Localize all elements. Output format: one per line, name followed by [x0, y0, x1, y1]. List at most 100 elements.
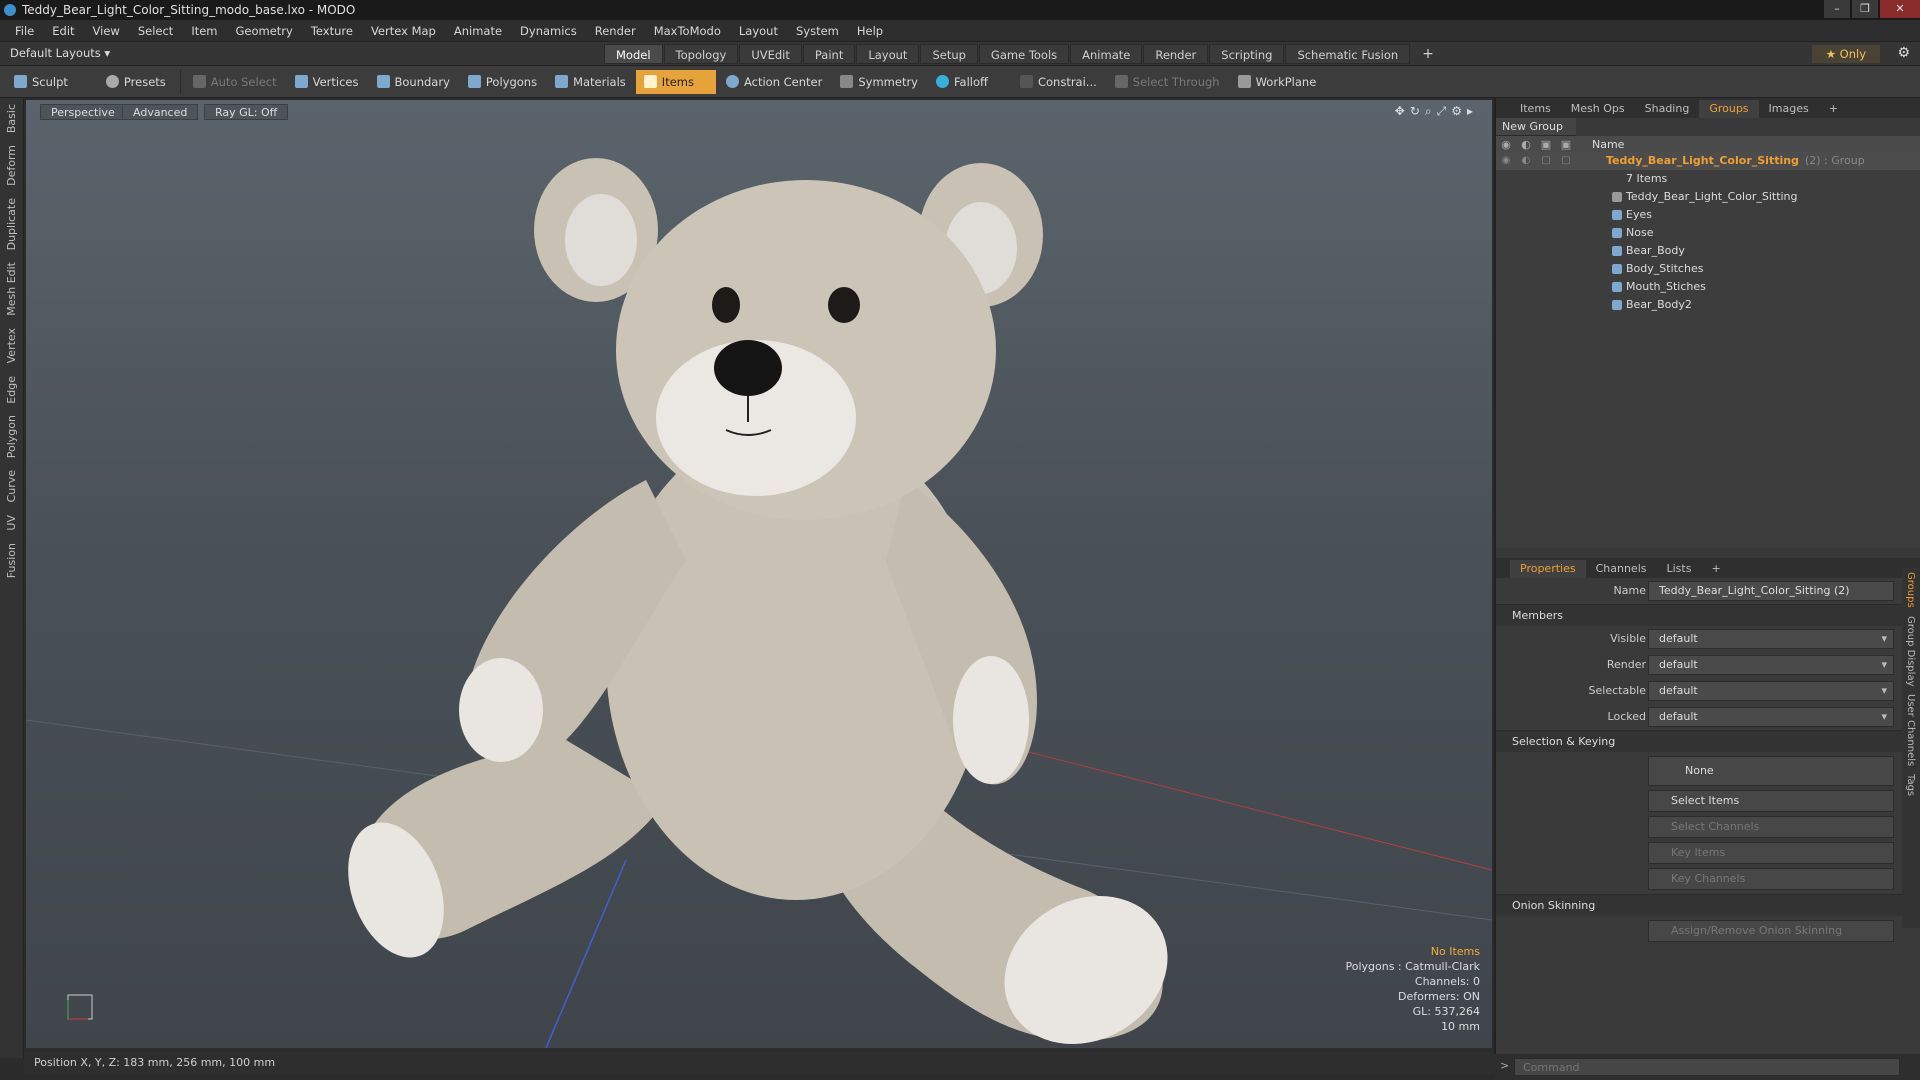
viewport-nav-icons[interactable]: ✥↻⌕⤢⚙▸: [1395, 104, 1478, 119]
boundary-button[interactable]: Boundary: [369, 70, 458, 94]
add-panel-tab-icon[interactable]: +: [1819, 100, 1848, 118]
menu-edit[interactable]: Edit: [43, 24, 83, 38]
key-items-button[interactable]: Key Items: [1648, 842, 1894, 864]
symmetry-button[interactable]: Symmetry: [832, 70, 926, 94]
side-tab-group-display[interactable]: Group Display: [1905, 612, 1916, 690]
menu-render[interactable]: Render: [586, 24, 645, 38]
menu-file[interactable]: File: [6, 24, 43, 38]
select-channels-button[interactable]: Select Channels: [1648, 816, 1894, 838]
left-tab-duplicate[interactable]: Duplicate: [5, 192, 18, 256]
menu-geometry[interactable]: Geometry: [227, 24, 302, 38]
side-tab-tags[interactable]: Tags: [1905, 770, 1916, 800]
tab-shading[interactable]: Shading: [1635, 100, 1700, 118]
falloff-button[interactable]: Falloff: [928, 70, 996, 94]
auto-select-button[interactable]: Auto Select: [185, 70, 285, 94]
default-layouts-dropdown[interactable]: Default Layouts ▾: [10, 46, 110, 60]
side-tab-user-channels[interactable]: User Channels: [1905, 690, 1916, 770]
tab-properties[interactable]: Properties: [1510, 560, 1586, 578]
vertices-button[interactable]: Vertices: [287, 70, 367, 94]
render-dropdown[interactable]: default ▾: [1648, 655, 1894, 675]
tab-items[interactable]: Items: [1510, 100, 1561, 118]
action-center-button[interactable]: Action Center: [718, 70, 830, 94]
menu-view[interactable]: View: [84, 24, 129, 38]
left-tab-fusion[interactable]: Fusion: [5, 537, 18, 584]
name-column-header[interactable]: Name: [1592, 138, 1624, 151]
render-icon[interactable]: ◐: [1516, 152, 1536, 170]
menu-system[interactable]: System: [787, 24, 848, 38]
selection-keying-section[interactable]: Selection & Keying: [1496, 730, 1920, 752]
visible-dropdown[interactable]: default ▾: [1648, 629, 1894, 649]
left-tab-edge[interactable]: Edge: [5, 370, 18, 410]
none-button[interactable]: None: [1648, 756, 1894, 786]
group-row[interactable]: ◉ ◐ ▢ ▢ Teddy_Bear_Light_Color_Sitting (2) …: [1496, 152, 1920, 170]
left-tab-basic[interactable]: Basic: [5, 98, 18, 139]
materials-button[interactable]: Materials: [547, 70, 634, 94]
menu-vertex-map[interactable]: Vertex Map: [362, 24, 445, 38]
list-item[interactable]: Body_Stitches: [1496, 260, 1920, 278]
tab-images[interactable]: Images: [1759, 100, 1819, 118]
add-properties-tab-icon[interactable]: +: [1701, 560, 1730, 578]
menu-maxtomodo[interactable]: MaxToModo: [645, 24, 730, 38]
selectable-dropdown[interactable]: default ▾: [1648, 681, 1894, 701]
presets-button[interactable]: Presets: [98, 70, 174, 94]
3d-viewport[interactable]: Perspective Advanced Ray GL: Off ✥↻⌕⤢⚙▸ …: [26, 100, 1492, 1048]
assign-onion-button[interactable]: Assign/Remove Onion Skinning: [1648, 920, 1894, 942]
list-item[interactable]: Eyes: [1496, 206, 1920, 224]
new-group-button[interactable]: New Group: [1496, 118, 1576, 136]
add-tab-icon[interactable]: +: [1411, 44, 1445, 64]
only-toggle[interactable]: ★ Only: [1811, 45, 1880, 63]
group-name-field[interactable]: Teddy_Bear_Light_Color_Sitting (2): [1648, 581, 1894, 601]
raygl-toggle[interactable]: Ray GL: Off: [204, 104, 289, 120]
tab-channels[interactable]: Channels: [1586, 560, 1657, 578]
onion-skinning-section[interactable]: Onion Skinning: [1496, 894, 1920, 916]
tab-setup[interactable]: Setup: [920, 44, 978, 64]
close-button[interactable]: ✕: [1880, 0, 1920, 18]
minimize-button[interactable]: –: [1824, 0, 1850, 18]
left-tab-uv[interactable]: UV: [5, 509, 18, 537]
tab-lists[interactable]: Lists: [1657, 560, 1702, 578]
menu-layout[interactable]: Layout: [730, 24, 787, 38]
left-tab-mesh-edit[interactable]: Mesh Edit: [5, 256, 18, 322]
polygons-button[interactable]: Polygons: [460, 70, 545, 94]
advanced-shading-button[interactable]: Advanced: [122, 104, 199, 120]
gear-icon[interactable]: ⚙: [1897, 45, 1910, 61]
menu-item[interactable]: Item: [182, 24, 226, 38]
left-tab-polygon[interactable]: Polygon: [5, 409, 18, 464]
locked-dropdown[interactable]: default ▾: [1648, 707, 1894, 727]
select-through-button[interactable]: Select Through: [1107, 70, 1228, 94]
tab-model[interactable]: Model: [604, 44, 663, 64]
tab-render[interactable]: Render: [1143, 44, 1209, 64]
select-icon[interactable]: ▢: [1556, 152, 1576, 170]
list-item[interactable]: Nose: [1496, 224, 1920, 242]
tab-scripting[interactable]: Scripting: [1209, 44, 1285, 64]
tab-uvedit[interactable]: UVEdit: [739, 44, 802, 64]
list-item[interactable]: Teddy_Bear_Light_Color_Sitting: [1496, 188, 1920, 206]
side-tab-groups[interactable]: Groups: [1905, 568, 1916, 612]
eye-icon[interactable]: ◉: [1496, 152, 1516, 170]
select-items-button[interactable]: Select Items: [1648, 790, 1894, 812]
menu-select[interactable]: Select: [129, 24, 182, 38]
tab-layout[interactable]: Layout: [856, 44, 920, 64]
tab-schematic-fusion[interactable]: Schematic Fusion: [1285, 44, 1411, 64]
list-item[interactable]: Mouth_Stiches: [1496, 278, 1920, 296]
left-tab-deform[interactable]: Deform: [5, 139, 18, 192]
list-item[interactable]: Bear_Body2: [1496, 296, 1920, 314]
members-section[interactable]: Members: [1496, 604, 1920, 626]
command-input[interactable]: [1514, 1058, 1900, 1076]
left-tab-vertex[interactable]: Vertex: [5, 322, 18, 369]
maximize-button[interactable]: ❐: [1852, 0, 1878, 18]
tab-topology[interactable]: Topology: [663, 44, 739, 64]
tab-mesh-ops[interactable]: Mesh Ops: [1561, 100, 1635, 118]
tab-game-tools[interactable]: Game Tools: [978, 44, 1070, 64]
workplane-button[interactable]: WorkPlane: [1230, 70, 1325, 94]
menu-dynamics[interactable]: Dynamics: [511, 24, 586, 38]
sculpt-button[interactable]: Sculpt: [6, 70, 76, 94]
left-tab-curve[interactable]: Curve: [5, 464, 18, 508]
constraints-button[interactable]: Constrai...: [1012, 70, 1105, 94]
tab-animate[interactable]: Animate: [1070, 44, 1143, 64]
menu-help[interactable]: Help: [848, 24, 892, 38]
perspective-view-button[interactable]: Perspective: [40, 104, 126, 120]
tab-paint[interactable]: Paint: [802, 44, 856, 64]
items-button[interactable]: Items: [635, 69, 716, 94]
lock-icon[interactable]: ▢: [1536, 152, 1556, 170]
